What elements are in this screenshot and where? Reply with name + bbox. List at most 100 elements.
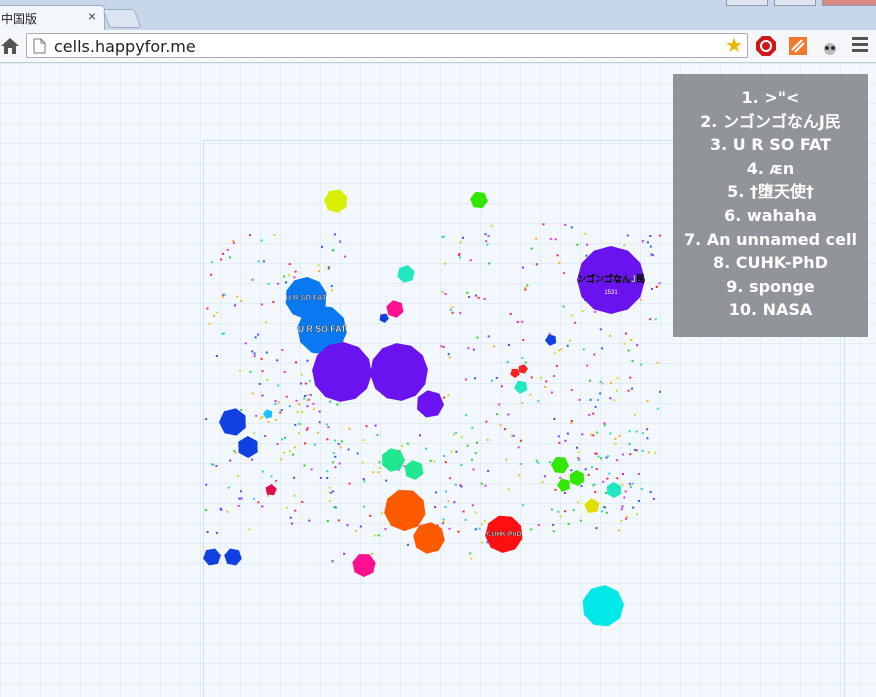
food-pellet bbox=[265, 321, 267, 324]
food-pellet bbox=[469, 259, 472, 262]
food-pellet bbox=[317, 264, 320, 267]
food-pellet bbox=[283, 275, 286, 278]
food-pellet bbox=[380, 512, 383, 515]
food-pellet bbox=[627, 389, 630, 392]
minimize-button[interactable] bbox=[726, 0, 768, 6]
food-pellet bbox=[474, 452, 477, 455]
player-cell bbox=[551, 456, 569, 474]
food-pellet bbox=[526, 284, 529, 287]
leaderboard: 1. >"< 2. ンゴンゴなんJ民 3. U R SO FAT 4. ᴁn 5. †堕… bbox=[673, 74, 868, 337]
food-pellet bbox=[578, 398, 581, 401]
food-pellet bbox=[587, 473, 590, 476]
food-pellet bbox=[650, 253, 653, 256]
food-pellet bbox=[220, 258, 223, 261]
food-pellet bbox=[553, 375, 556, 377]
food-pellet bbox=[283, 451, 285, 454]
food-pellet bbox=[240, 299, 243, 302]
adblock-extension-icon[interactable] bbox=[755, 35, 777, 57]
food-pellet bbox=[496, 413, 499, 416]
food-pellet bbox=[363, 480, 366, 483]
food-pellet bbox=[509, 312, 512, 315]
food-pellet bbox=[570, 314, 573, 317]
tab-active[interactable]: 中国版 × bbox=[0, 5, 105, 30]
food-pellet bbox=[298, 403, 301, 406]
food-pellet bbox=[288, 263, 291, 266]
food-pellet bbox=[505, 458, 508, 461]
food-pellet bbox=[280, 458, 283, 461]
food-pellet bbox=[585, 254, 588, 257]
food-pellet bbox=[228, 256, 231, 259]
puzzle-extension-icon[interactable] bbox=[787, 35, 809, 57]
food-pellet bbox=[298, 432, 300, 435]
food-pellet bbox=[285, 395, 288, 398]
food-pellet bbox=[539, 376, 542, 379]
food-pellet bbox=[589, 398, 592, 401]
food-pellet bbox=[442, 518, 445, 521]
cell-body bbox=[382, 448, 405, 472]
food-pellet bbox=[554, 238, 557, 241]
food-pellet bbox=[560, 348, 563, 351]
food-pellet bbox=[464, 378, 467, 381]
food-pellet bbox=[637, 499, 640, 502]
player-cell bbox=[557, 478, 570, 492]
food-pellet bbox=[550, 391, 553, 394]
food-pellet bbox=[623, 244, 626, 247]
food-pellet bbox=[257, 501, 260, 504]
food-pellet bbox=[303, 464, 306, 467]
home-icon[interactable] bbox=[0, 36, 20, 56]
leaderboard-list: 1. >"< 2. ンゴンゴなんJ民 3. U R SO FAT 4. ᴁn 5. †堕… bbox=[673, 86, 868, 322]
food-pellet bbox=[649, 235, 652, 237]
food-pellet bbox=[621, 483, 624, 486]
food-pellet bbox=[294, 509, 297, 512]
food-pellet bbox=[624, 490, 627, 493]
cell-body bbox=[386, 300, 404, 318]
menu-icon[interactable] bbox=[852, 37, 868, 53]
player-cell bbox=[584, 498, 600, 513]
food-pellet bbox=[306, 359, 309, 362]
food-pellet bbox=[378, 467, 381, 469]
food-pellet bbox=[237, 504, 240, 507]
food-pellet bbox=[298, 422, 301, 425]
new-tab-button[interactable] bbox=[102, 9, 142, 28]
food-pellet bbox=[586, 364, 589, 367]
food-pellet bbox=[626, 234, 629, 237]
player-cell bbox=[224, 548, 242, 566]
food-pellet bbox=[312, 408, 315, 411]
food-pellet bbox=[464, 518, 467, 521]
food-pellet bbox=[296, 411, 299, 414]
food-pellet bbox=[401, 445, 404, 448]
leaderboard-entry: 2. ンゴンゴなんJ民 bbox=[700, 111, 841, 131]
cell-body bbox=[379, 313, 389, 323]
food-pellet bbox=[406, 543, 409, 546]
food-pellet bbox=[480, 523, 483, 526]
food-pellet bbox=[530, 376, 533, 379]
food-pellet bbox=[272, 301, 275, 303]
food-pellet bbox=[614, 437, 617, 440]
player-cell bbox=[404, 460, 424, 480]
food-pellet bbox=[441, 522, 444, 525]
window-close-button[interactable] bbox=[822, 0, 876, 6]
address-bar[interactable]: cells.happyfor.me ★ bbox=[26, 33, 748, 58]
maximize-button[interactable] bbox=[774, 0, 816, 6]
game-canvas[interactable]: ンゴンゴなんJ民 1531 U R SO FAT U R SO FAT CUHK-PhD… bbox=[0, 63, 876, 697]
close-icon[interactable]: × bbox=[88, 8, 96, 24]
food-pellet bbox=[570, 421, 573, 424]
food-pellet bbox=[328, 486, 331, 489]
player-cell bbox=[582, 585, 624, 627]
tab-title: 中国版 bbox=[1, 12, 38, 26]
food-pellet bbox=[278, 401, 280, 404]
mask-extension-icon[interactable] bbox=[819, 35, 841, 57]
food-pellet bbox=[210, 273, 213, 276]
food-pellet bbox=[453, 501, 456, 504]
food-pellet bbox=[295, 399, 298, 402]
player-cell bbox=[470, 191, 488, 209]
food-pellet bbox=[472, 348, 475, 351]
food-pellet bbox=[447, 394, 450, 396]
food-pellet bbox=[602, 506, 605, 508]
cell-body bbox=[518, 364, 528, 374]
star-icon[interactable]: ★ bbox=[725, 34, 743, 58]
food-pellet bbox=[300, 373, 303, 376]
food-pellet bbox=[519, 439, 522, 442]
food-pellet bbox=[457, 530, 460, 533]
food-pellet bbox=[443, 396, 446, 399]
